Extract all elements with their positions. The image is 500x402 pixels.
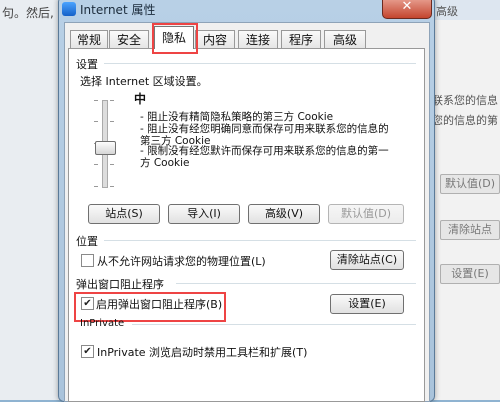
- settings-group-divider: [104, 63, 416, 64]
- tab-general[interactable]: 常规: [70, 30, 108, 49]
- popup-blocker-checkbox[interactable]: ✔: [81, 297, 94, 310]
- privacy-description-3: - 限制没有经您默许而保存可用来联系您的信息的第一方 Cookie: [140, 145, 389, 169]
- tab-security[interactable]: 安全: [109, 30, 149, 49]
- inprivate-checkbox[interactable]: ✔: [81, 345, 94, 358]
- slider-tick: [94, 186, 98, 187]
- advanced-button[interactable]: 高级(V): [248, 204, 320, 224]
- sites-button[interactable]: 站点(S): [88, 204, 160, 224]
- default-button[interactable]: 默认值(D): [328, 204, 404, 224]
- tab-programs[interactable]: 程序: [281, 30, 321, 49]
- tab-advanced[interactable]: 高级: [324, 30, 366, 49]
- slider-tick: [94, 121, 98, 122]
- inprivate-group-divider: [132, 324, 416, 325]
- slider-tick: [110, 100, 114, 101]
- popup-blocker-group-divider: [176, 283, 416, 284]
- slider-tick: [94, 164, 98, 165]
- tab-connections[interactable]: 连接: [238, 30, 278, 49]
- popup-blocker-checkbox-label: 启用弹出窗口阻止程序(B): [96, 298, 223, 311]
- background-clear-sites-button: 清除站点: [440, 220, 500, 240]
- inprivate-checkbox-label: InPrivate 浏览启动时禁用工具栏和扩展(T): [97, 346, 308, 359]
- location-checkbox[interactable]: [81, 254, 94, 267]
- location-group-label: 位置: [76, 235, 98, 248]
- tab-privacy[interactable]: 隐私: [154, 26, 194, 49]
- background-settings-button: 设置(E): [440, 264, 500, 284]
- popup-settings-button[interactable]: 设置(E): [330, 294, 404, 314]
- close-button[interactable]: ✕: [382, 0, 432, 19]
- privacy-level: 中: [134, 92, 147, 106]
- window-title: Internet 属性: [80, 3, 156, 17]
- tab-content[interactable]: 内容: [195, 30, 235, 49]
- inprivate-group-label: InPrivate: [80, 318, 125, 329]
- clear-sites-button[interactable]: 清除站点(C): [330, 250, 404, 270]
- settings-group-label: 设置: [76, 58, 98, 71]
- background-default-button: 默认值(D): [440, 174, 500, 194]
- privacy-slider-thumb[interactable]: [95, 141, 116, 155]
- background-left-strip: [0, 0, 58, 400]
- slider-tick: [110, 186, 114, 187]
- background-text-1: 联系您的信息: [432, 94, 498, 107]
- slider-tick: [110, 121, 114, 122]
- privacy-description-1: - 阻止没有精简隐私策略的第三方 Cookie: [140, 111, 334, 123]
- background-left-text: 句。然后,: [2, 6, 54, 20]
- slider-tick: [94, 100, 98, 101]
- import-button[interactable]: 导入(I): [168, 204, 240, 224]
- background-caption-label: 高级: [436, 5, 458, 18]
- slider-tick: [110, 164, 114, 165]
- privacy-description-2: - 阻止没有经您明确同意而保存可用来联系您的信息的第三方 Cookie: [140, 123, 389, 147]
- popup-blocker-group-label: 弹出窗口阻止程序: [76, 278, 164, 291]
- location-checkbox-label: 从不允许网站请求您的物理位置(L): [97, 255, 266, 268]
- internet-options-icon: [62, 2, 76, 16]
- location-group-divider: [104, 240, 416, 241]
- background-text-2: 您的信息的第: [432, 114, 498, 127]
- zone-prompt: 选择 Internet 区域设置。: [80, 75, 208, 88]
